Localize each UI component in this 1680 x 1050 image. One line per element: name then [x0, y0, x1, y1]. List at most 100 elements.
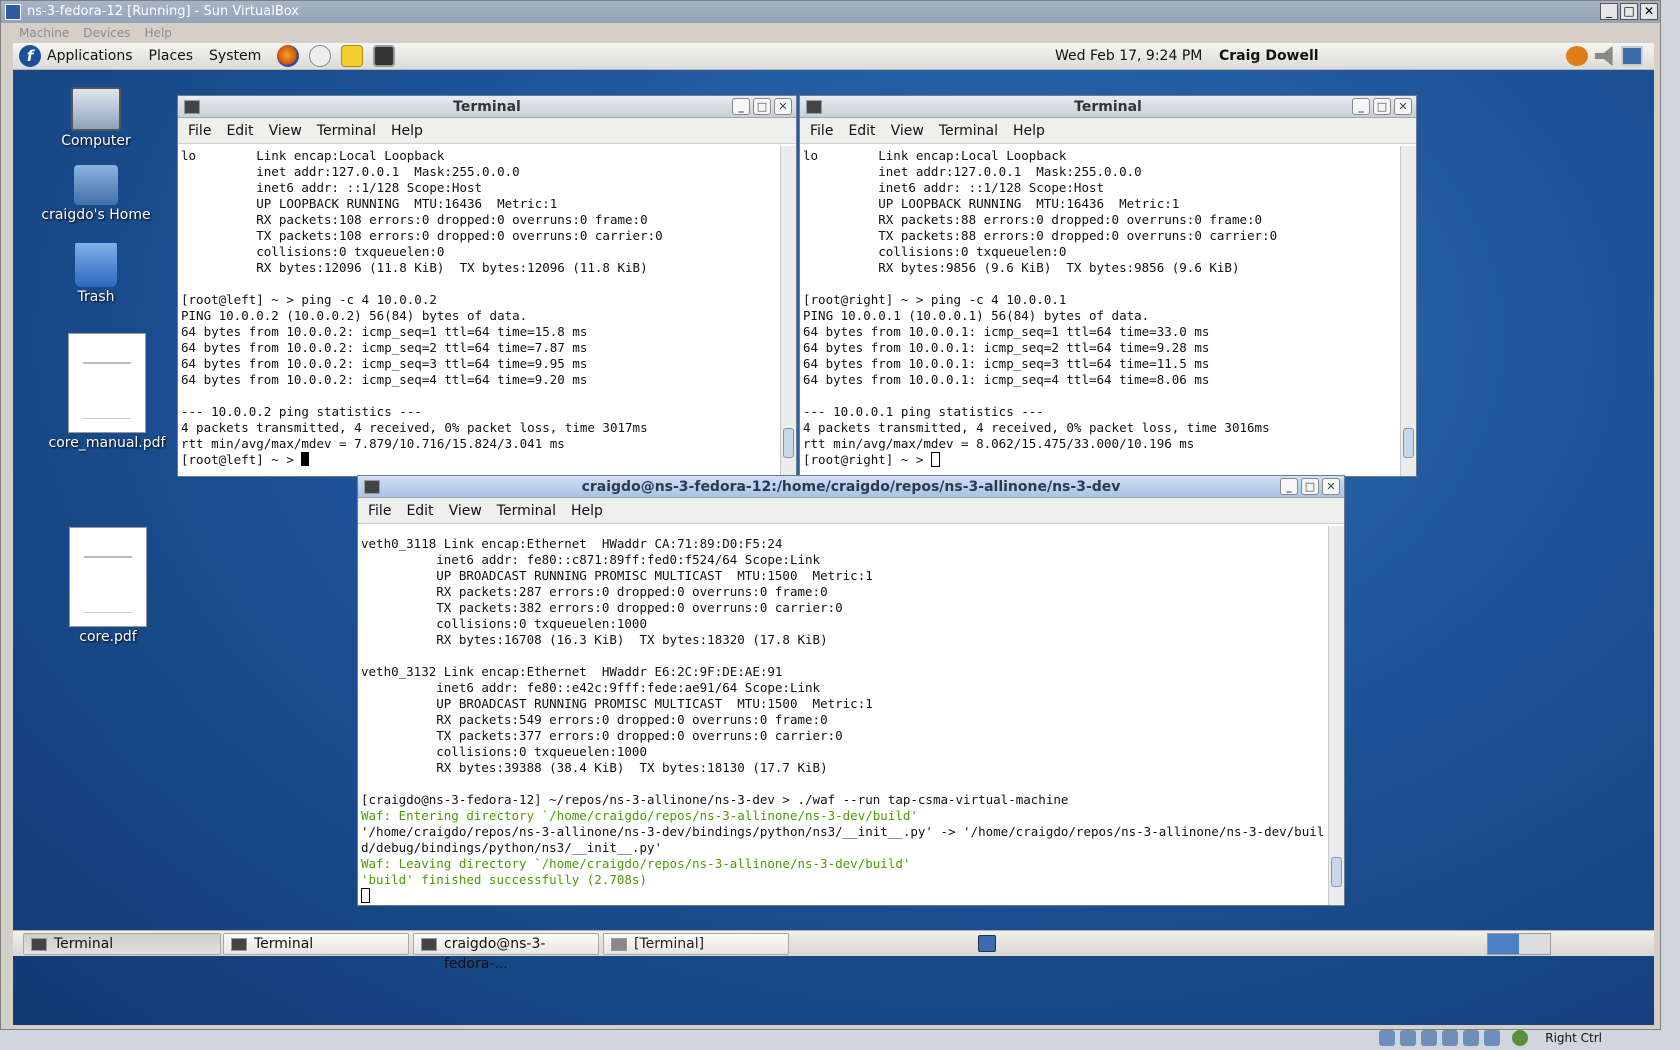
menu-machine[interactable]: Machine [19, 23, 69, 43]
close-button[interactable]: ✕ [774, 98, 792, 115]
text-cursor [930, 452, 940, 467]
menu-help[interactable]: Help [1013, 118, 1045, 143]
terminal-prompt-line [361, 888, 1325, 904]
terminal-window-right[interactable]: Terminal _ □ ✕ File Edit View Terminal H… [799, 95, 1417, 477]
vertical-scrollbar[interactable] [1328, 526, 1344, 905]
volume-icon[interactable] [1595, 46, 1613, 66]
guest-desktop[interactable]: f Applications Places System Wed Feb 17,… [13, 43, 1654, 1025]
menu-terminal[interactable]: Terminal [939, 118, 998, 143]
menu-view[interactable]: View [269, 118, 302, 143]
mouse-integration-icon[interactable] [1512, 1030, 1528, 1046]
desktop-icon-home[interactable]: craigdo's Home [33, 165, 159, 223]
maximize-button[interactable]: □ [1373, 98, 1391, 115]
desktop-icon-label: Computer [61, 133, 131, 149]
menu-view[interactable]: View [891, 118, 924, 143]
panel-user-name[interactable]: Craig Dowell [1219, 43, 1319, 70]
window-title-bar[interactable]: craigdo@ns-3-fedora-12:/home/craigdo/rep… [358, 476, 1344, 498]
virtualbox-window: ns-3-fedora-12 [Running] - Sun VirtualBo… [0, 0, 1661, 1046]
menu-devices[interactable]: Devices [83, 23, 130, 43]
update-notifier-icon[interactable] [1566, 46, 1588, 66]
panel-clock[interactable]: Wed Feb 17, 9:24 PM [1055, 43, 1202, 70]
terminal-line: '/home/craigdo/repos/ns-3-allinone/ns-3-… [361, 824, 1325, 839]
terminal-line: 64 bytes from 10.0.0.1: icmp_seq=4 ttl=6… [803, 372, 1210, 387]
terminal-menu-bar: File Edit View Terminal Help [358, 498, 1344, 524]
menu-terminal[interactable]: Terminal [497, 498, 556, 523]
window-title-bar[interactable]: Terminal _ □ ✕ [800, 96, 1416, 118]
fedora-logo-icon[interactable]: f [19, 45, 41, 67]
virtualization-icon[interactable] [1484, 1030, 1500, 1046]
network-adapter-icon[interactable] [1421, 1030, 1437, 1046]
minimize-button[interactable]: _ [1280, 478, 1298, 495]
scrollbar-thumb[interactable] [783, 428, 794, 458]
close-button[interactable]: ✕ [1640, 3, 1658, 20]
home-folder-icon [74, 165, 118, 205]
menu-view[interactable]: View [449, 498, 482, 523]
minimize-button[interactable]: _ [1600, 3, 1618, 20]
workspace-switcher[interactable] [1487, 933, 1551, 955]
menu-help[interactable]: Help [571, 498, 603, 523]
desktop-icon-core-pdf[interactable]: core.pdf [63, 527, 153, 645]
terminal-output[interactable]: lo Link encap:Local Loopback inet addr:1… [178, 146, 780, 476]
system-menu[interactable]: System [209, 48, 261, 64]
menu-file[interactable]: File [368, 498, 391, 523]
window-title-bar[interactable]: Terminal _ □ ✕ [178, 96, 796, 118]
taskbar-item[interactable]: craigdo@ns-3-fedora-... [413, 933, 599, 972]
menu-help[interactable]: Help [145, 23, 172, 43]
terminal-line: UP LOOPBACK RUNNING MTU:16436 Metric:1 [803, 196, 1180, 211]
firefox-icon[interactable] [277, 45, 300, 67]
terminal-line: inet6 addr: fe80::e42c:9fff:fede:ae91/64… [361, 680, 821, 695]
virtualbox-title: ns-3-fedora-12 [Running] - Sun VirtualBo… [27, 4, 299, 19]
close-button[interactable]: ✕ [1322, 478, 1340, 495]
taskbar-item[interactable]: Terminal [23, 933, 221, 955]
applications-menu[interactable]: Applications [47, 48, 133, 64]
taskbar-item-label: Terminal [54, 936, 114, 952]
minimize-button[interactable]: _ [732, 98, 750, 115]
desktop-icon-core-manual-pdf[interactable]: core_manual.pdf [47, 333, 167, 451]
vertical-scrollbar[interactable] [780, 146, 796, 476]
terminal-output[interactable]: lo Link encap:Local Loopback inet addr:1… [800, 146, 1400, 476]
menu-edit[interactable]: Edit [406, 498, 433, 523]
terminal-launcher-icon[interactable] [373, 45, 396, 67]
minimize-button[interactable]: _ [1352, 98, 1370, 115]
notes-icon[interactable] [341, 45, 364, 67]
taskbar-item[interactable]: Terminal [223, 933, 409, 955]
menu-file[interactable]: File [188, 118, 211, 143]
terminal-window-main[interactable]: craigdo@ns-3-fedora-12:/home/craigdo/rep… [357, 475, 1345, 906]
scrollbar-thumb[interactable] [1403, 428, 1414, 458]
taskbar-item[interactable]: [Terminal] [603, 933, 789, 955]
workspace-2[interactable] [1519, 934, 1550, 954]
usb-icon[interactable] [1442, 1030, 1458, 1046]
menu-terminal[interactable]: Terminal [317, 118, 376, 143]
menu-help[interactable]: Help [391, 118, 423, 143]
shared-folder-icon[interactable] [1463, 1030, 1479, 1046]
terminal-output[interactable]: veth0_3118 Link encap:Ethernet HWaddr CA… [358, 526, 1328, 905]
hard-disk-icon[interactable] [1379, 1030, 1395, 1046]
desktop-icon-trash[interactable]: Trash [51, 243, 141, 305]
virtualbox-title-bar[interactable]: ns-3-fedora-12 [Running] - Sun VirtualBo… [1, 1, 1660, 23]
menu-file[interactable]: File [810, 118, 833, 143]
window-title: Terminal [1074, 99, 1142, 115]
cd-icon[interactable] [1400, 1030, 1416, 1046]
maximize-button[interactable]: □ [753, 98, 771, 115]
close-button[interactable]: ✕ [1394, 98, 1412, 115]
scrollbar-thumb[interactable] [1331, 857, 1342, 887]
mail-icon[interactable] [309, 45, 332, 67]
terminal-window-left[interactable]: Terminal _ □ ✕ File Edit View Terminal H… [177, 95, 797, 477]
terminal-line: [root@right] ~ > ping -c 4 10.0.0.1 [803, 292, 1067, 307]
show-desktop-icon[interactable] [978, 935, 996, 952]
places-menu[interactable]: Places [149, 48, 194, 64]
desktop-icon-label: core_manual.pdf [48, 435, 166, 451]
vertical-scrollbar[interactable] [1400, 146, 1416, 476]
menu-edit[interactable]: Edit [848, 118, 875, 143]
maximize-button[interactable]: □ [1301, 478, 1319, 495]
menu-edit[interactable]: Edit [226, 118, 253, 143]
terminal-icon [611, 938, 627, 951]
workspace-1[interactable] [1488, 934, 1519, 954]
terminal-line: --- 10.0.0.2 ping statistics --- [181, 404, 422, 419]
maximize-button[interactable]: □ [1620, 3, 1638, 20]
pdf-document-icon [69, 527, 147, 627]
taskbar-item-label: craigdo@ns-3-fedora-... [444, 936, 546, 972]
network-icon[interactable] [1621, 46, 1643, 66]
desktop-icon-computer[interactable]: Computer [51, 87, 141, 149]
